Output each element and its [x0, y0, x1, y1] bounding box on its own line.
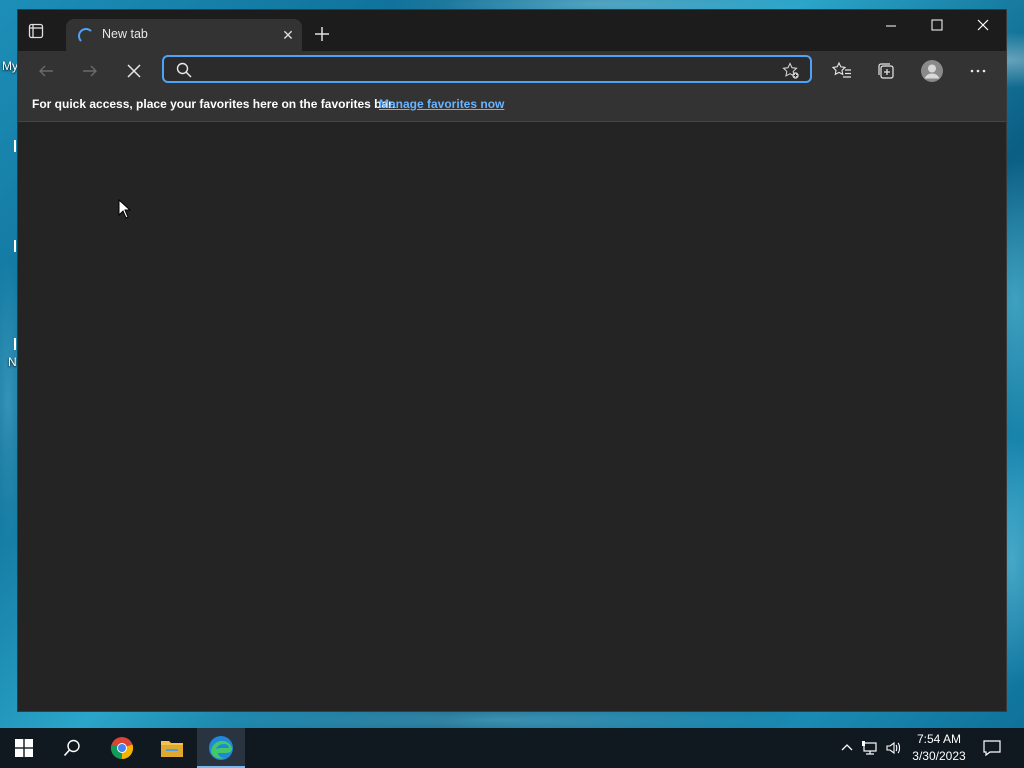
new-tab-button[interactable]	[312, 24, 332, 44]
taskbar: 7:54 AM 3/30/2023	[0, 728, 1024, 768]
stop-loading-button[interactable]	[122, 59, 146, 83]
close-icon	[977, 19, 989, 31]
favorites-button[interactable]	[830, 59, 854, 83]
page-content[interactable]	[18, 122, 1006, 711]
clock-time: 7:54 AM	[916, 732, 962, 746]
favorites-bar-message: For quick access, place your favorites h…	[32, 97, 396, 111]
add-favorite-icon[interactable]	[782, 62, 800, 80]
address-bar[interactable]	[162, 55, 812, 83]
loading-spinner-icon	[78, 28, 94, 44]
desktop-icon-fragment[interactable]	[14, 240, 16, 252]
search-icon	[176, 62, 192, 78]
minimize-button[interactable]	[868, 10, 914, 42]
close-window-button[interactable]	[960, 10, 1006, 42]
tab-actions-icon[interactable]	[28, 23, 44, 39]
system-clock[interactable]: 7:54 AM 3/30/2023	[904, 731, 974, 765]
close-tab-icon[interactable]: ✕	[280, 27, 296, 43]
browser-window: New tab ✕ For quick access, place your f…	[18, 10, 1006, 711]
edge-icon	[209, 736, 233, 760]
taskbar-chrome-button[interactable]	[98, 728, 146, 768]
desktop-icon-fragment[interactable]	[14, 338, 16, 350]
mouse-cursor-icon	[118, 199, 132, 219]
chrome-icon	[110, 737, 134, 760]
forward-button[interactable]	[78, 59, 102, 83]
desktop-icon-label[interactable]: My	[2, 59, 18, 73]
favorites-bar: For quick access, place your favorites h…	[18, 91, 1006, 122]
notification-icon[interactable]	[982, 738, 1002, 758]
more-options-button[interactable]	[966, 59, 990, 83]
desktop-icon-fragment[interactable]	[14, 140, 16, 152]
arrow-right-icon	[83, 65, 97, 77]
ellipsis-icon	[970, 69, 986, 73]
desktop-icon-label[interactable]: N	[8, 355, 17, 369]
arrow-left-icon	[39, 65, 53, 77]
address-input[interactable]	[200, 60, 774, 80]
tab-title: New tab	[102, 27, 148, 41]
manage-favorites-link[interactable]: Manage favorites now	[379, 97, 504, 111]
maximize-button[interactable]	[914, 10, 960, 42]
chevron-up-icon[interactable]	[839, 740, 855, 756]
volume-icon[interactable]	[885, 740, 901, 756]
taskbar-file-explorer-button[interactable]	[148, 728, 196, 768]
taskbar-search-button[interactable]	[48, 728, 96, 768]
network-icon[interactable]	[862, 740, 878, 756]
close-icon	[127, 64, 141, 78]
back-button[interactable]	[34, 59, 58, 83]
title-bar: New tab ✕	[18, 10, 1006, 51]
profile-button[interactable]	[919, 59, 945, 83]
collections-button[interactable]	[874, 59, 898, 83]
maximize-icon	[931, 19, 943, 31]
start-button[interactable]	[0, 728, 48, 768]
taskbar-edge-button[interactable]	[197, 728, 245, 768]
collections-icon	[878, 63, 894, 79]
start-icon	[15, 739, 33, 757]
favorites-star-icon	[832, 61, 851, 78]
profile-avatar-icon	[921, 60, 943, 82]
minimize-icon	[886, 25, 896, 27]
file-explorer-icon	[161, 741, 183, 757]
navigation-toolbar	[18, 51, 1006, 91]
clock-date: 3/30/2023	[912, 749, 966, 763]
tab-new-tab[interactable]: New tab ✕	[66, 19, 302, 51]
search-icon	[63, 739, 80, 757]
plus-icon	[315, 27, 329, 41]
